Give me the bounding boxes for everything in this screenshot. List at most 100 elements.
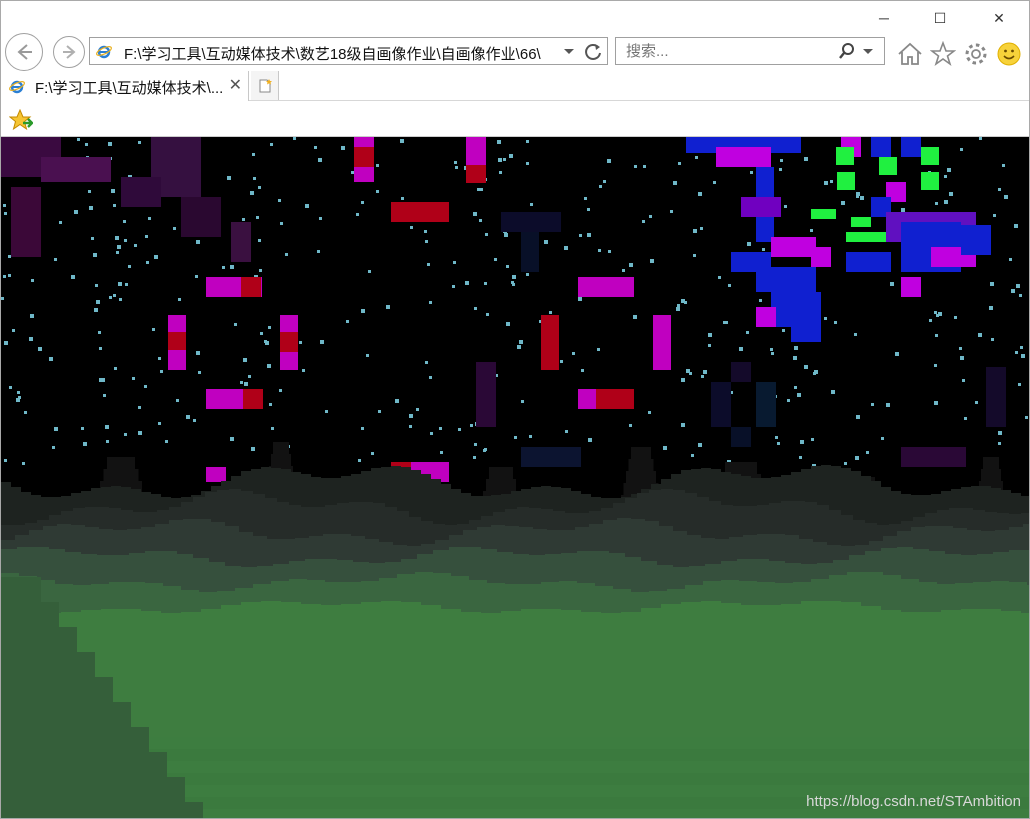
tree-silhouette bbox=[981, 469, 1001, 483]
star-dot bbox=[314, 146, 317, 149]
star-dot bbox=[831, 390, 835, 394]
star-dot bbox=[83, 442, 87, 446]
pixel-block bbox=[846, 232, 886, 242]
landscape-layer bbox=[1, 442, 1029, 818]
star-dot bbox=[124, 433, 127, 436]
tree-silhouette bbox=[486, 479, 516, 493]
star-dot bbox=[409, 425, 412, 428]
star-dot bbox=[395, 399, 399, 403]
star-dot bbox=[770, 348, 773, 351]
star-dot bbox=[855, 456, 859, 460]
star-dot bbox=[160, 370, 163, 373]
star-dot bbox=[455, 166, 458, 169]
star-dot bbox=[376, 190, 379, 193]
chevron-down-icon[interactable] bbox=[862, 48, 874, 56]
star-dot bbox=[252, 153, 255, 156]
star-dot bbox=[409, 414, 413, 418]
star-dot bbox=[117, 245, 121, 249]
star-dot bbox=[485, 233, 488, 236]
settings-button[interactable] bbox=[963, 41, 989, 67]
address-url: F:\学习工具\互动媒体技术\数艺18级自画像作业\自画像作业\66\ bbox=[124, 46, 541, 63]
star-dot bbox=[474, 443, 477, 446]
star-dot bbox=[138, 406, 141, 409]
star-dot bbox=[22, 462, 25, 465]
tab-current[interactable]: F:\学习工具\互动媒体技术\... ✕ bbox=[1, 71, 249, 101]
home-icon bbox=[898, 42, 922, 65]
star-dot bbox=[93, 253, 97, 257]
star-dot bbox=[703, 370, 707, 374]
star-dot bbox=[91, 237, 94, 240]
favorites-button[interactable] bbox=[930, 41, 956, 67]
star-dot bbox=[470, 424, 473, 427]
star-dot bbox=[30, 314, 34, 318]
star-dot bbox=[318, 158, 322, 162]
star-dot bbox=[960, 148, 963, 151]
star-dot bbox=[517, 345, 521, 349]
pixel-block bbox=[986, 367, 1006, 427]
maximize-button[interactable]: ☐ bbox=[917, 1, 963, 35]
star-dot bbox=[509, 154, 513, 158]
feedback-button[interactable] bbox=[996, 41, 1022, 67]
star-dot bbox=[358, 459, 361, 462]
back-button[interactable] bbox=[5, 33, 43, 71]
star-dot bbox=[242, 218, 245, 221]
star-dot bbox=[285, 253, 288, 256]
address-bar[interactable]: F:\学习工具\互动媒体技术\数艺18级自画像作业\自画像作业\66\ bbox=[89, 37, 608, 65]
refresh-icon[interactable] bbox=[583, 42, 603, 62]
chevron-down-icon[interactable] bbox=[563, 48, 575, 56]
home-button[interactable] bbox=[897, 41, 923, 67]
star-dot bbox=[270, 143, 273, 146]
star-dot bbox=[634, 165, 637, 168]
minimize-button[interactable]: ─ bbox=[861, 1, 907, 35]
star-dot bbox=[597, 348, 600, 351]
search-input[interactable] bbox=[624, 42, 828, 61]
pixel-block bbox=[206, 467, 226, 482]
star-dot bbox=[440, 451, 443, 454]
star-dot bbox=[598, 249, 601, 252]
star-dot bbox=[474, 307, 477, 310]
star-dot bbox=[673, 181, 677, 185]
star-dot bbox=[258, 239, 261, 242]
star-dot bbox=[154, 255, 158, 259]
star-dot bbox=[854, 333, 857, 336]
forward-button[interactable] bbox=[53, 36, 85, 68]
star-dot bbox=[698, 443, 702, 447]
star-dot bbox=[954, 316, 957, 319]
search-box[interactable] bbox=[615, 37, 885, 65]
star-dot bbox=[607, 159, 611, 163]
star-dot bbox=[271, 427, 274, 430]
grass-slope bbox=[1, 627, 77, 652]
grass-slope bbox=[1, 777, 185, 802]
add-favorite-star-icon[interactable] bbox=[9, 109, 33, 131]
star-dot bbox=[302, 369, 305, 372]
pixel-block bbox=[476, 362, 496, 427]
star-dot bbox=[581, 369, 584, 372]
star-dot bbox=[8, 255, 11, 258]
star-dot bbox=[368, 270, 371, 273]
star-dot bbox=[841, 201, 845, 205]
title-bar: ─ ☐ ✕ bbox=[1, 1, 1029, 35]
magnifier-icon[interactable] bbox=[838, 42, 856, 60]
star-dot bbox=[564, 246, 568, 250]
new-tab-button[interactable] bbox=[251, 71, 279, 100]
star-dot bbox=[31, 279, 34, 282]
star-dot bbox=[681, 423, 685, 427]
star-dot bbox=[356, 213, 359, 216]
star-dot bbox=[794, 346, 798, 350]
star-dot bbox=[99, 347, 102, 350]
grass-slope bbox=[1, 677, 113, 702]
pixel-block bbox=[578, 277, 634, 297]
tree-silhouette bbox=[628, 459, 654, 473]
tree-silhouette bbox=[103, 469, 139, 483]
star-dot bbox=[17, 399, 20, 402]
star-dot bbox=[305, 204, 309, 208]
tab-bar: F:\学习工具\互动媒体技术\... ✕ bbox=[1, 71, 1029, 101]
star-dot bbox=[991, 338, 994, 341]
close-window-button[interactable]: ✕ bbox=[976, 1, 1022, 35]
pixel-block bbox=[879, 157, 897, 175]
star-dot bbox=[361, 309, 365, 313]
pixel-block bbox=[41, 157, 111, 182]
star-dot bbox=[138, 431, 142, 435]
tree-silhouette bbox=[983, 457, 999, 471]
tab-close-button[interactable]: ✕ bbox=[229, 75, 242, 95]
